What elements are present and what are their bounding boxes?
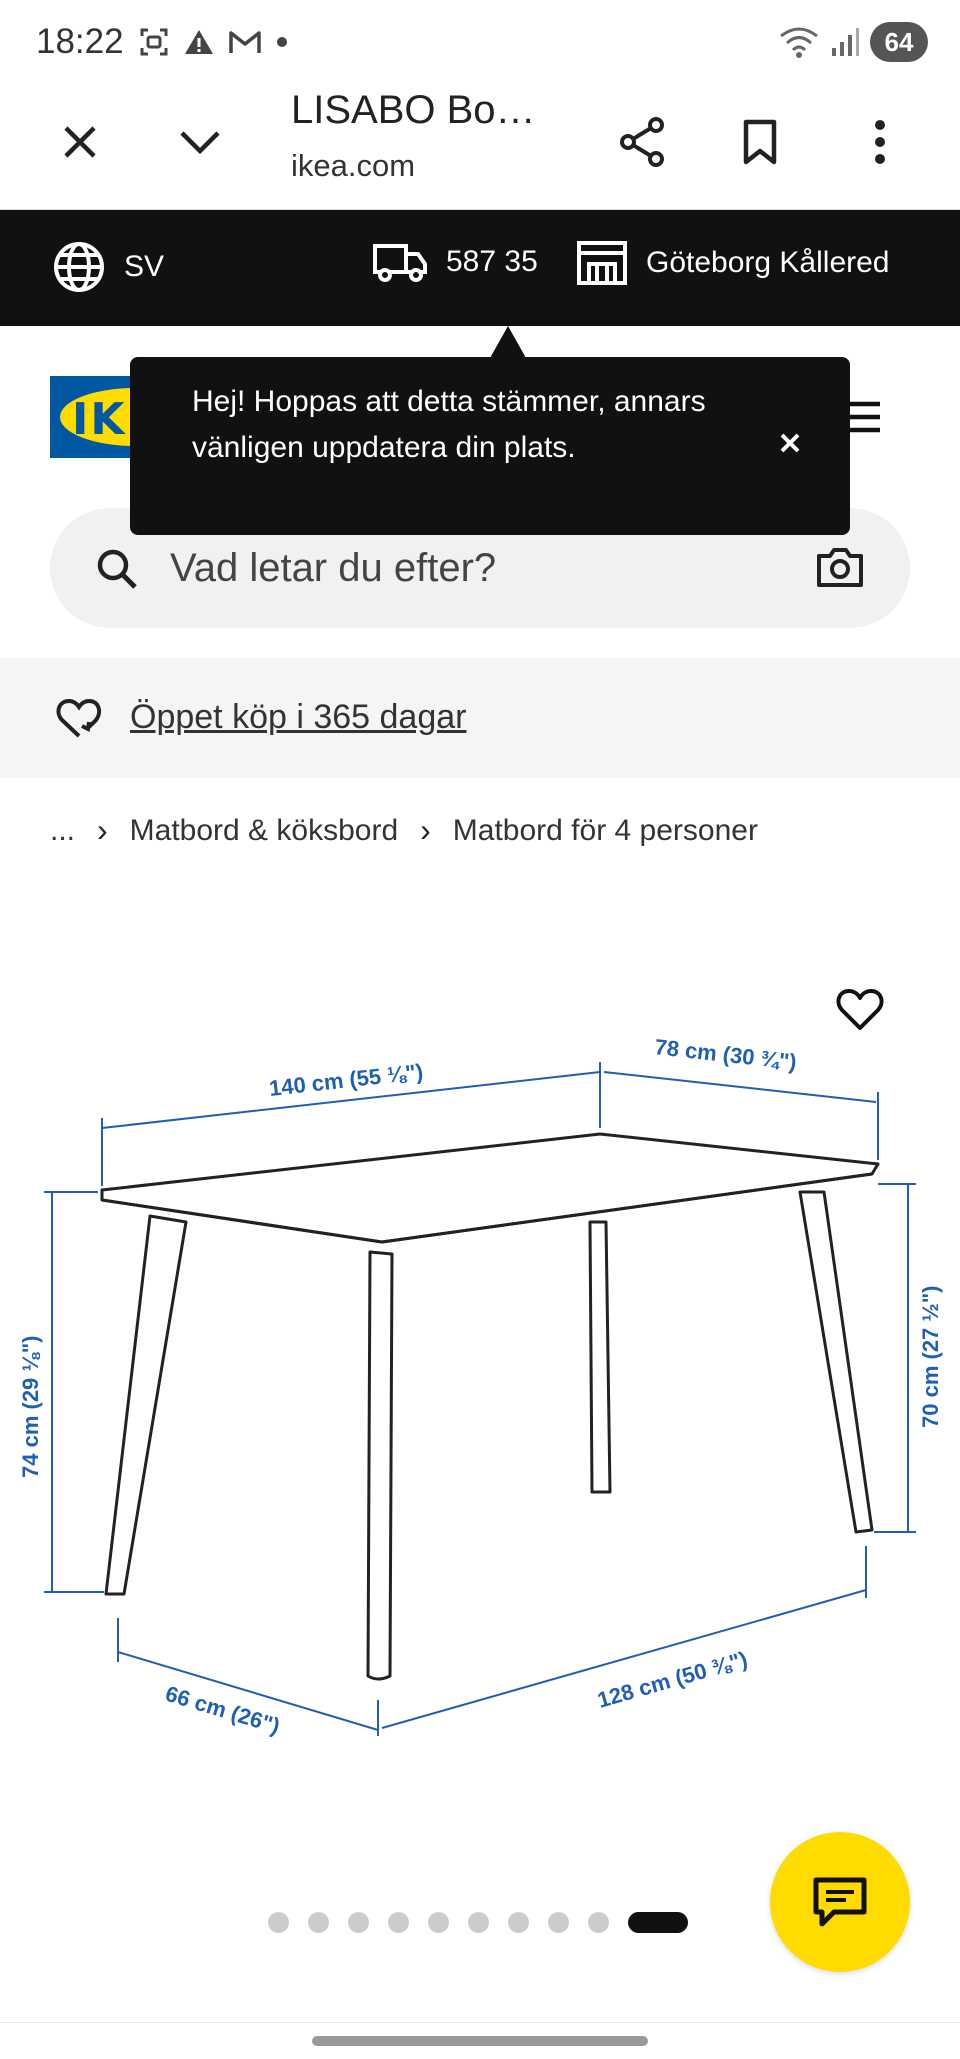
carousel-dot[interactable]: [388, 1912, 409, 1933]
chat-button[interactable]: [770, 1832, 910, 1972]
store-label: Göteborg Kållered: [646, 246, 890, 279]
carousel-indicator: [268, 1912, 688, 1933]
chevron-down-icon: [180, 131, 220, 155]
carousel-dot[interactable]: [348, 1912, 369, 1933]
returns-banner: Öppet köp i 365 dagar: [0, 658, 960, 778]
carousel-dot[interactable]: [308, 1912, 329, 1933]
search-icon[interactable]: [96, 548, 138, 590]
carousel-dot-active[interactable]: [628, 1912, 688, 1933]
close-icon: [780, 433, 800, 453]
tooltip-arrow: [490, 326, 526, 358]
share-icon: [620, 117, 664, 167]
product-dimension-image[interactable]: 140 cm (55 ⅛") 78 cm (30 ¾") 74 cm (29 ⅛…: [0, 1010, 960, 1770]
expand-button[interactable]: [168, 110, 232, 174]
more-options-button[interactable]: [848, 110, 912, 174]
carousel-dot[interactable]: [268, 1912, 289, 1933]
table-leg-back-right: [798, 1190, 874, 1534]
dimension-height-total: 74 cm (29 ⅛"): [18, 1335, 43, 1478]
postal-code-label: 587 35: [446, 245, 538, 278]
status-bar: 18:22 64: [0, 0, 960, 82]
location-tooltip: Hej! Hoppas att detta stämmer, annars vä…: [130, 357, 850, 535]
bookmark-button[interactable]: [728, 110, 792, 174]
dot-icon: [277, 37, 287, 47]
breadcrumb-ellipsis[interactable]: ...: [50, 814, 75, 848]
page-domain[interactable]: ikea.com: [291, 148, 415, 184]
close-button[interactable]: [48, 110, 112, 174]
home-indicator[interactable]: [312, 2036, 648, 2046]
wifi-icon: [780, 27, 818, 58]
table-leg-front-left: [104, 1214, 188, 1596]
gmail-icon: [229, 31, 261, 53]
delivery-postal-code[interactable]: 587 35: [372, 240, 538, 284]
language-selector[interactable]: SV: [52, 240, 164, 294]
dimension-height-under: 70 cm (27 ½"): [918, 1285, 943, 1428]
table-leg-back-mid: [588, 1220, 612, 1494]
close-icon: [64, 126, 96, 158]
carousel-dot[interactable]: [548, 1912, 569, 1933]
chevron-right-icon: ›: [97, 812, 108, 848]
warning-icon: [185, 30, 213, 54]
carousel-dot[interactable]: [508, 1912, 529, 1933]
page-title[interactable]: LISABO Bo…: [291, 88, 536, 133]
signal-icon: [832, 28, 859, 56]
breadcrumb-item-dining-tables[interactable]: Matbord & köksbord: [130, 814, 398, 848]
heart-return-icon: [56, 698, 102, 738]
chat-icon: [813, 1877, 867, 1927]
delivery-truck-icon: [373, 244, 427, 282]
store-icon: [577, 241, 627, 285]
globe-icon: [54, 242, 104, 292]
battery-indicator: 64: [870, 22, 928, 62]
dimension-width-top: 78 cm (30 ¾"): [653, 1034, 797, 1074]
returns-link[interactable]: Öppet köp i 365 dagar: [130, 698, 466, 737]
language-label: SV: [124, 250, 165, 283]
breadcrumb: ... › Matbord & köksbord › Matbord för 4…: [50, 812, 758, 849]
table-drawing: [100, 1132, 880, 1681]
search-input[interactable]: [170, 538, 810, 598]
status-icons-left: [138, 26, 288, 58]
chevron-right-icon: ›: [420, 812, 431, 848]
carousel-dot[interactable]: [428, 1912, 449, 1933]
breadcrumb-item-tables-4[interactable]: Matbord för 4 personer: [453, 814, 758, 848]
tooltip-message: Hej! Hoppas att detta stämmer, annars vä…: [192, 385, 706, 464]
dimension-length-legs: 128 cm (50 ⅜"): [595, 1646, 751, 1712]
carousel-dot[interactable]: [588, 1912, 609, 1933]
dimension-width-legs: 66 cm (26"): [163, 1681, 283, 1739]
table-leg-front-mid: [366, 1250, 394, 1681]
bookmark-icon: [743, 119, 777, 165]
status-icons-right: 64: [778, 22, 928, 62]
camera-search-icon[interactable]: [816, 546, 864, 588]
tooltip-close-button[interactable]: [770, 423, 810, 463]
browser-toolbar: LISABO Bo… ikea.com: [0, 82, 960, 210]
bottom-divider: [0, 2022, 960, 2023]
store-selector[interactable]: Göteborg Kållered: [576, 240, 890, 286]
share-button[interactable]: [610, 110, 674, 174]
carousel-dot[interactable]: [468, 1912, 489, 1933]
more-vert-icon: [875, 120, 885, 164]
location-bar: SV 587 35 Göteborg Kållered: [0, 210, 960, 326]
screenshot-icon: [140, 28, 168, 56]
status-time: 18:22: [36, 22, 124, 61]
